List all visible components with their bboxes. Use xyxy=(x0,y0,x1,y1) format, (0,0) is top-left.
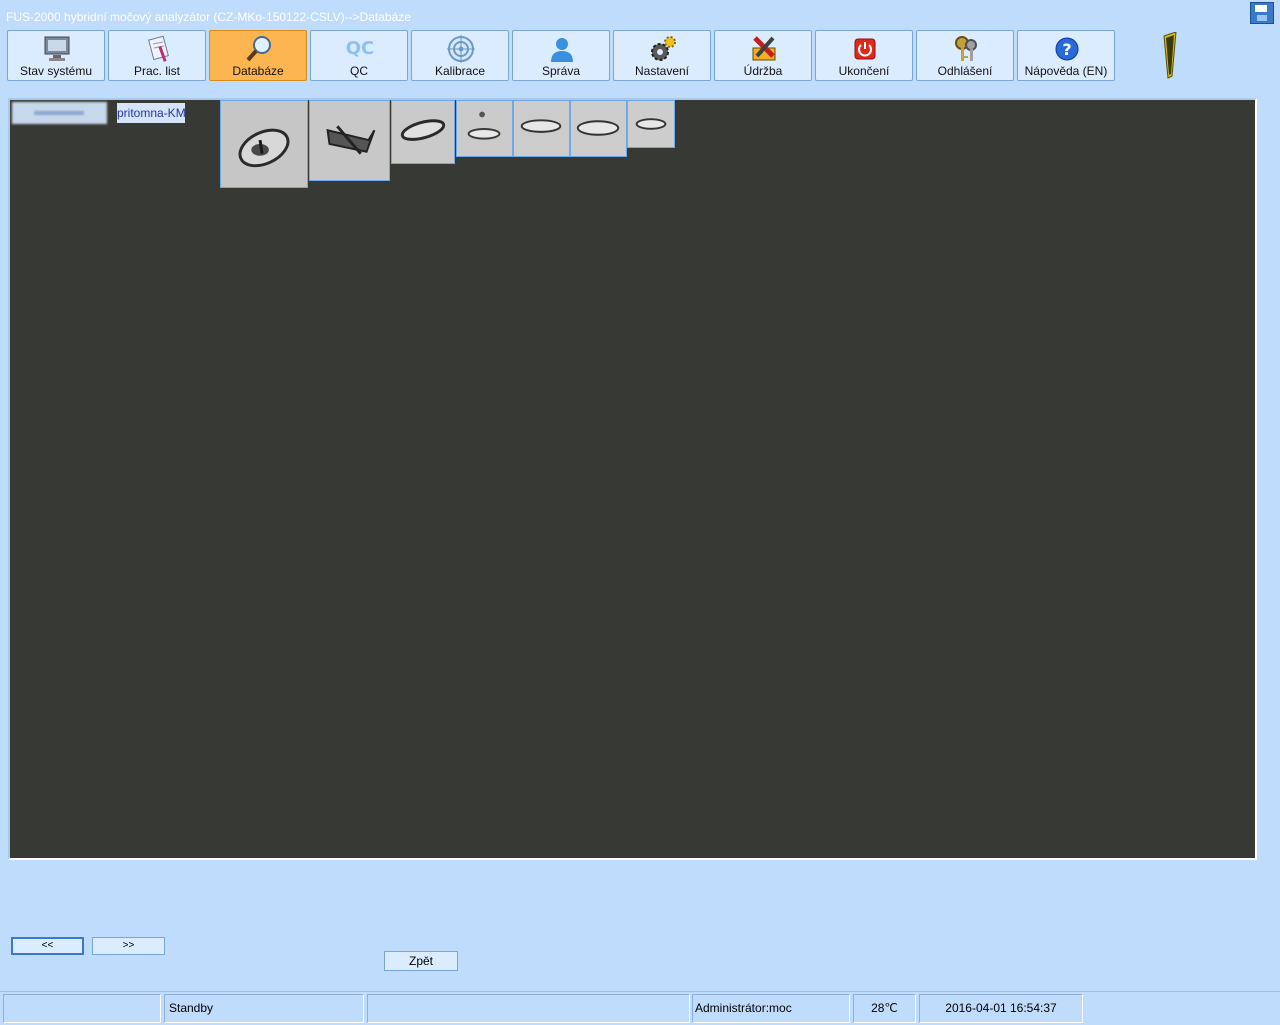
save-icon[interactable] xyxy=(1250,2,1274,24)
sprava-button[interactable]: Správa xyxy=(512,30,610,81)
prac-list-button[interactable]: Prac. list xyxy=(108,30,206,81)
crystal-image xyxy=(221,101,307,187)
ukonceni-label: Ukončení xyxy=(838,64,890,78)
worklist-icon xyxy=(148,35,169,62)
odhlaseni-label: Odhlášení xyxy=(937,64,993,78)
ukonceni-button[interactable]: Ukončení xyxy=(815,30,913,81)
monitor-icon xyxy=(44,36,70,61)
crystal-thumbnail[interactable] xyxy=(570,100,627,157)
category-selector[interactable] xyxy=(12,102,107,124)
user-icon xyxy=(551,38,573,62)
title-bar: FUS-2000 hybridní močový analyzátor (CZ-… xyxy=(0,0,1280,30)
stav-systemu-button[interactable]: Stav systému xyxy=(7,30,105,81)
status-state: Standby xyxy=(164,994,364,1023)
status-datetime: 2016-04-01 16:54:37 xyxy=(919,994,1083,1023)
crystal-thumbnail[interactable] xyxy=(513,100,570,157)
gears-icon xyxy=(651,36,676,61)
crystal-image xyxy=(628,101,674,147)
next-page-button[interactable]: >> xyxy=(92,937,165,955)
kalibrace-label: Kalibrace xyxy=(434,64,486,78)
image-viewer: pritomna-KM xyxy=(8,98,1257,860)
crystal-thumbnail[interactable] xyxy=(391,100,455,164)
nastaveni-button[interactable]: Nastavení xyxy=(613,30,711,81)
sprava-label: Správa xyxy=(541,64,581,78)
power-icon xyxy=(854,38,876,60)
status-user: Administrátor:moc xyxy=(692,994,850,1023)
crystal-image xyxy=(392,101,454,163)
target-icon xyxy=(447,35,475,63)
databaze-button[interactable]: Databáze xyxy=(209,30,307,81)
status-cell-3 xyxy=(367,994,690,1023)
svg-text:?: ? xyxy=(1062,40,1071,59)
crystal-thumbnail[interactable] xyxy=(309,100,390,181)
status-bar: Standby Administrátor:moc 28℃ 2016-04-01… xyxy=(0,991,1280,1025)
status-temperature: 28℃ xyxy=(853,994,916,1023)
previous-page-button[interactable]: << xyxy=(11,937,84,955)
crystal-thumbnail[interactable] xyxy=(627,100,675,148)
napoveda-button[interactable]: ? Nápověda (EN) xyxy=(1017,30,1115,81)
napoveda-label: Nápověda (EN) xyxy=(1024,64,1108,78)
category-tag: pritomna-KM xyxy=(117,103,185,123)
databaze-label: Databáze xyxy=(232,64,284,78)
magnifier-icon xyxy=(246,36,271,62)
prac-list-label: Prac. list xyxy=(133,64,180,78)
udrzba-button[interactable]: Údržba xyxy=(714,30,812,81)
keys-icon xyxy=(955,36,977,61)
back-button[interactable]: Zpět xyxy=(384,951,458,971)
odhlaseni-button[interactable]: Odhlášení xyxy=(916,30,1014,81)
qc-label: QC xyxy=(350,64,368,78)
nastaveni-label: Nastavení xyxy=(634,64,690,78)
udrzba-label: Údržba xyxy=(743,64,783,78)
crystal-thumbnail[interactable] xyxy=(456,100,513,157)
crystal-image xyxy=(571,101,626,156)
qc-button[interactable]: QC QC xyxy=(310,30,408,81)
window-title: FUS-2000 hybridní močový analyzátor (CZ-… xyxy=(6,10,411,24)
stav-systemu-label: Stav systému xyxy=(19,64,93,78)
qc-icon: QC xyxy=(345,38,375,59)
crystal-image xyxy=(514,101,569,156)
alert-flag-icon[interactable] xyxy=(1160,32,1180,80)
crystal-image xyxy=(310,101,389,180)
crystal-image xyxy=(457,101,512,156)
kalibrace-button[interactable]: Kalibrace xyxy=(411,30,509,81)
tools-icon xyxy=(752,36,776,61)
crystal-thumbnail[interactable] xyxy=(220,100,308,188)
help-icon: ? xyxy=(1055,37,1079,61)
status-cell-1 xyxy=(3,994,161,1023)
